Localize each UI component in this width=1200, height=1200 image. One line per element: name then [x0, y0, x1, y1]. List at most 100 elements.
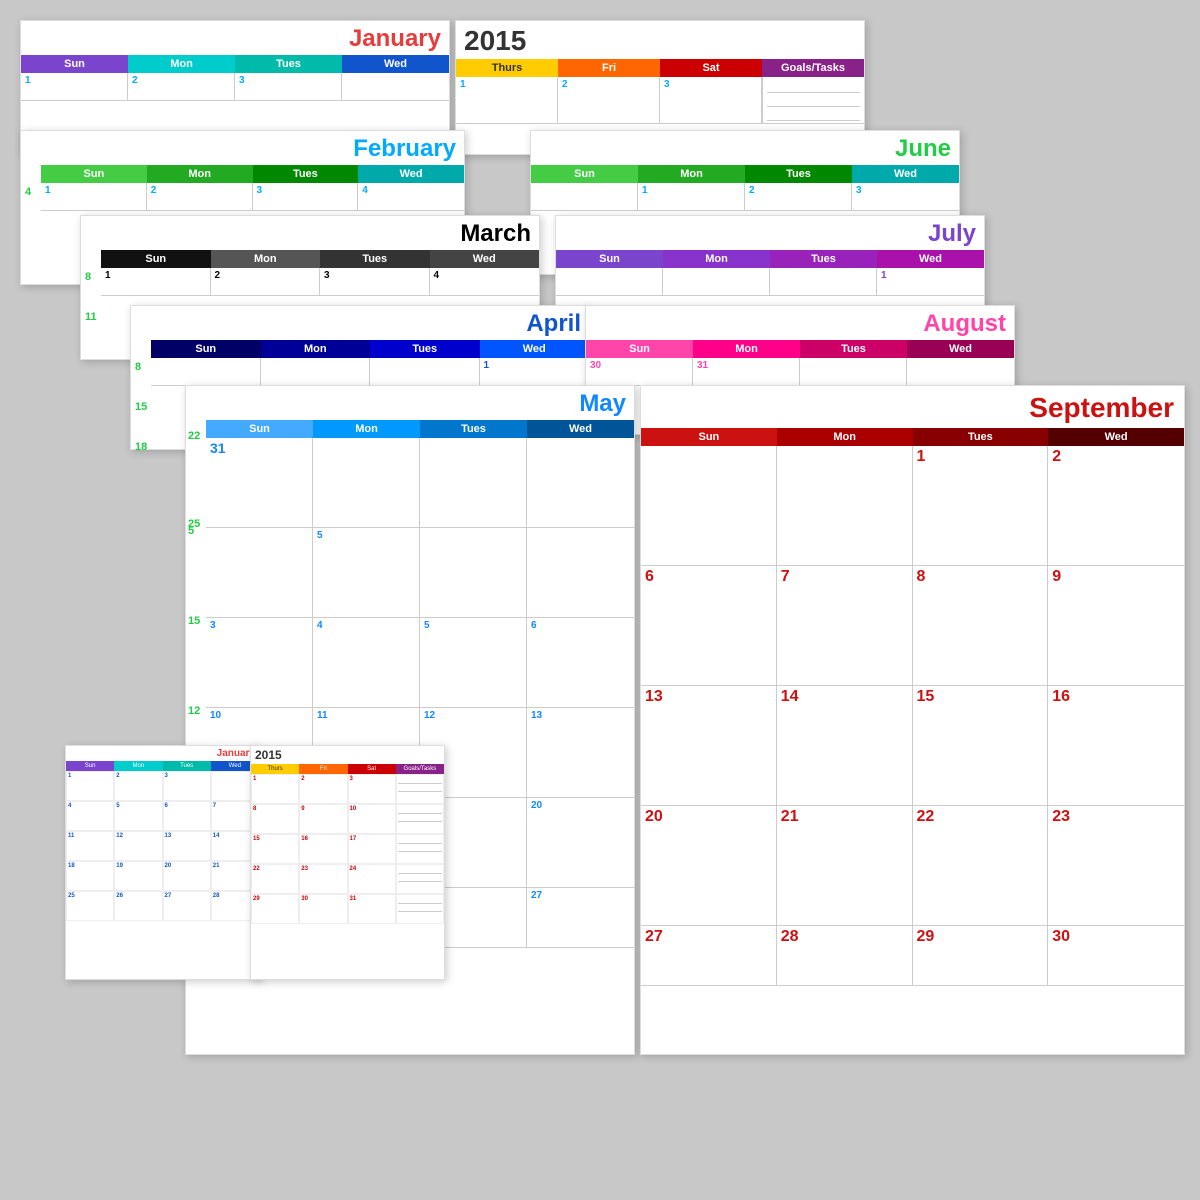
jan-tue-header: Tues: [235, 55, 342, 73]
thumb-jan-c13: 13: [163, 831, 211, 861]
apr-tue-header: Tues: [370, 340, 480, 358]
aug-cell-e2: [907, 358, 1014, 386]
thumbnail-2015: 2015 Thurs Fri Sat Goals/Tasks 1 2 3 8 9…: [250, 745, 445, 980]
apr-mon-header: Mon: [261, 340, 371, 358]
jun-tue-header: Tues: [745, 165, 852, 183]
thumb-2015-c3: 3: [348, 774, 396, 804]
sep-cell-16: 16: [1048, 686, 1184, 806]
thumb-2015-c1: 1: [251, 774, 299, 804]
feb-wed-header: Wed: [358, 165, 464, 183]
jun-cell-1: 1: [638, 183, 745, 211]
may-cell-e6: [527, 528, 634, 618]
june-title: June: [531, 131, 959, 165]
thumb-2015-c24: 24: [348, 864, 396, 894]
feb-week-4: 4: [25, 186, 31, 198]
jul-wed-header: Wed: [877, 250, 984, 268]
sep-cell-13: 13: [641, 686, 777, 806]
sep-cell-2: 2: [1048, 446, 1184, 566]
may-sun-header: Sun: [206, 420, 313, 438]
jan-sun-header: Sun: [21, 55, 128, 73]
sep-cell-28: 28: [777, 926, 913, 986]
apr-week-15: 15: [135, 401, 147, 413]
apr-cell-e1: [151, 358, 261, 386]
jan-wed-header: Wed: [342, 55, 449, 73]
thumb-jan-mon: Mon: [114, 761, 162, 771]
thumb-jan-c26: 26: [114, 891, 162, 921]
thumb-jan-c25: 25: [66, 891, 114, 921]
apr-sun-header: Sun: [151, 340, 261, 358]
may-cell-e4: [206, 528, 313, 618]
thumb-2015-goals5: [396, 894, 444, 924]
sep-cell-23: 23: [1048, 806, 1184, 926]
sep-cell-6: 6: [641, 566, 777, 686]
jan-mon-header: Mon: [128, 55, 235, 73]
mar-cell-1: 1: [101, 268, 211, 296]
sep-cell-e1: [641, 446, 777, 566]
thumb-2015-goals3: [396, 834, 444, 864]
thumb-jan-tue: Tues: [163, 761, 211, 771]
thumb-fri-header: Fri: [299, 764, 347, 774]
may-week-12: 12: [188, 705, 200, 717]
september-title: September: [641, 386, 1184, 428]
sep-cell-22: 22: [913, 806, 1049, 926]
sep-wed-header: Wed: [1048, 428, 1184, 446]
may-cell-20: 20: [527, 798, 634, 888]
jul-cell-e2: [663, 268, 770, 296]
apr-wed-header: Wed: [480, 340, 590, 358]
sep-tue-header: Tues: [913, 428, 1049, 446]
thumb-jan-c20: 20: [163, 861, 211, 891]
jul-tue-header: Tues: [770, 250, 877, 268]
thumb-jan-c4: 4: [66, 801, 114, 831]
may-cell-4: 4: [313, 618, 420, 708]
aug-mon-header: Mon: [693, 340, 800, 358]
jan-cell-1: 1: [21, 73, 128, 101]
apr-week-8: 8: [135, 361, 147, 373]
sep-cell-15: 15: [913, 686, 1049, 806]
may-cell-e1: [313, 438, 420, 528]
jun-sun-header: Sun: [531, 165, 638, 183]
sep-cell-30: 30: [1048, 926, 1184, 986]
july-title: July: [556, 216, 984, 250]
thumb-2015-goals2: [396, 804, 444, 834]
mar-tue-header: Tues: [320, 250, 430, 268]
thumb-jan-c18: 18: [66, 861, 114, 891]
year-2015-label: 2015: [464, 25, 526, 57]
jan-goals-header: Goals/Tasks: [762, 59, 864, 77]
thumb-year-2015: 2015: [255, 748, 282, 762]
thumb-2015-c10: 10: [348, 804, 396, 834]
thumb-jan-c12: 12: [114, 831, 162, 861]
thumb-thu-header: Thurs: [251, 764, 299, 774]
feb-cell-3: 3: [253, 183, 359, 211]
thumb-2015-c16: 16: [299, 834, 347, 864]
mar-mon-header: Mon: [211, 250, 321, 268]
thumb-sat-header: Sat: [348, 764, 396, 774]
march-title: March: [81, 216, 539, 250]
jun-wed-header: Wed: [852, 165, 959, 183]
thumb-2015-c9: 9: [299, 804, 347, 834]
jun-cell-3: 3: [852, 183, 959, 211]
thumb-2015-c2: 2: [299, 774, 347, 804]
august-title: August: [586, 306, 1014, 340]
thumb-goals-header: Goals/Tasks: [396, 764, 444, 774]
mar-cell-3: 3: [320, 268, 430, 296]
feb-mon-header: Mon: [147, 165, 253, 183]
sep-cell-e2: [777, 446, 913, 566]
sep-cell-29: 29: [913, 926, 1049, 986]
aug-cell-30: 30: [586, 358, 693, 386]
feb-sun-header: Sun: [41, 165, 147, 183]
thumb-2015-c17: 17: [348, 834, 396, 864]
thumb-2015-c29: 29: [251, 894, 299, 924]
may-week-15: 15: [188, 615, 200, 627]
aug-wed-header: Wed: [907, 340, 1014, 358]
may-tue-header: Tues: [420, 420, 527, 438]
sep-cell-1: 1: [913, 446, 1049, 566]
thumb-2015-goals1: [396, 774, 444, 804]
may-cell-e3: [527, 438, 634, 528]
may-mon-header: Mon: [313, 420, 420, 438]
mar-wed-header: Wed: [430, 250, 540, 268]
thumb-2015-goals4: [396, 864, 444, 894]
september-calendar: September Sun Mon Tues Wed 1 2 6 7 8 9 1…: [640, 385, 1185, 1055]
apr-cell-1: 1: [480, 358, 590, 386]
jan-panel-cell-1: 1: [456, 77, 558, 124]
may-cell-e5: [420, 528, 527, 618]
